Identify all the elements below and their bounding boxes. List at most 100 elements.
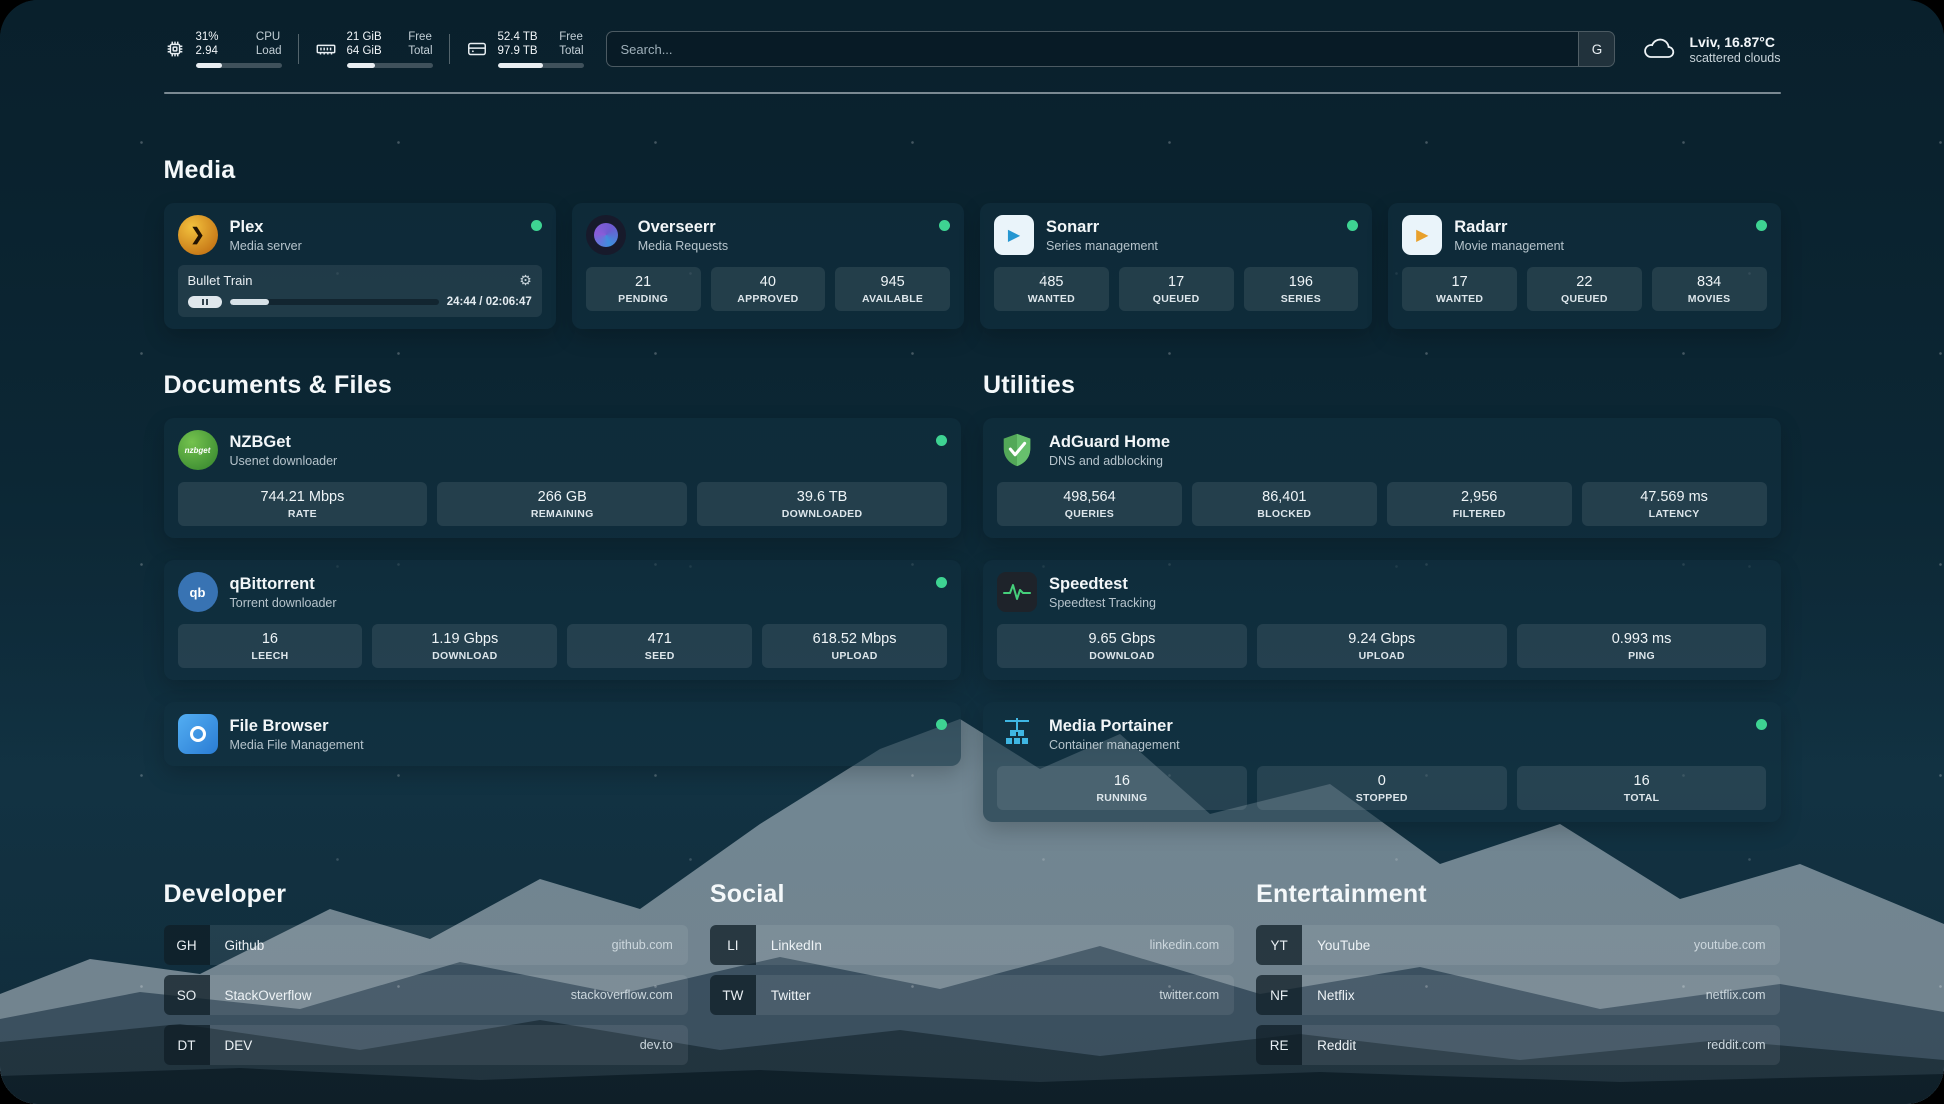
service-subtitle: Media File Management xyxy=(230,738,364,752)
cpu-progress-bar xyxy=(196,63,282,68)
stat-wanted: 485WANTED xyxy=(994,267,1109,311)
cloud-icon xyxy=(1641,36,1677,62)
overseerr-icon xyxy=(586,215,626,255)
weather-widget[interactable]: Lviv, 16.87°C scattered clouds xyxy=(1641,34,1780,65)
stat-stopped: 0STOPPED xyxy=(1257,766,1507,810)
stat-series: 196SERIES xyxy=(1244,267,1359,311)
disk-icon xyxy=(466,38,488,60)
cpu-labels: CPULoad xyxy=(256,30,282,58)
section-title-social: Social xyxy=(710,880,1234,909)
speedtest-pulse-icon xyxy=(997,572,1037,612)
disk-labels: FreeTotal xyxy=(559,30,583,58)
pause-button[interactable] xyxy=(188,296,222,308)
gear-icon[interactable]: ⚙ xyxy=(519,272,532,289)
bookmark-url: twitter.com xyxy=(1159,988,1219,1002)
cpu-values: 31%2.94 xyxy=(196,30,219,58)
stat-rate: 744.21 MbpsRATE xyxy=(178,482,428,526)
service-name: Sonarr xyxy=(1046,218,1158,237)
service-name: NZBGet xyxy=(230,433,338,452)
service-card-plex[interactable]: ❯ Plex Media server Bullet Train ⚙ xyxy=(164,203,556,329)
service-card-adguard[interactable]: AdGuard Home DNS and adblocking 498,564Q… xyxy=(983,418,1781,538)
service-card-sonarr[interactable]: ▶ Sonarr Series management 485WANTED 17Q… xyxy=(980,203,1372,329)
service-name: File Browser xyxy=(230,717,364,736)
memory-progress-bar xyxy=(347,63,433,68)
stat-movies: 834MOVIES xyxy=(1652,267,1767,311)
divider xyxy=(298,34,299,64)
status-dot xyxy=(1347,220,1358,231)
bookmark-name: Reddit xyxy=(1317,1038,1356,1053)
bookmark-url: dev.to xyxy=(640,1038,673,1052)
bookmark-abbr: LI xyxy=(710,925,756,965)
service-name: Overseerr xyxy=(638,218,728,237)
stat-available: 945AVAILABLE xyxy=(835,267,950,311)
memory-metric: 21 GiB64 GiB FreeTotal xyxy=(315,30,433,68)
service-card-nzbget[interactable]: nzbget NZBGet Usenet downloader 744.21 M… xyxy=(164,418,962,538)
bookmark-name: StackOverflow xyxy=(225,988,312,1003)
filebrowser-icon xyxy=(178,714,218,754)
documents-column: Documents & Files nzbget NZBGet Usenet d… xyxy=(164,371,962,822)
service-subtitle: Torrent downloader xyxy=(230,596,337,610)
stat-filtered: 2,956FILTERED xyxy=(1387,482,1572,526)
playback-progress-bar[interactable] xyxy=(230,299,439,305)
bookmark-linkedin[interactable]: LI LinkedIn linkedin.com xyxy=(710,925,1234,965)
stat-blocked: 86,401BLOCKED xyxy=(1192,482,1377,526)
stat-approved: 40APPROVED xyxy=(711,267,826,311)
stat-total: 16TOTAL xyxy=(1517,766,1767,810)
stat-pending: 21PENDING xyxy=(586,267,701,311)
disk-values: 52.4 TB97.9 TB xyxy=(498,30,538,58)
cpu-metric: 31%2.94 CPULoad xyxy=(164,30,282,68)
bookmark-url: github.com xyxy=(612,938,673,952)
bookmark-youtube[interactable]: YT YouTube youtube.com xyxy=(1256,925,1780,965)
bookmark-stackoverflow[interactable]: SO StackOverflow stackoverflow.com xyxy=(164,975,688,1015)
stat-ping: 0.993 msPING xyxy=(1517,624,1767,668)
bookmark-name: Twitter xyxy=(771,988,811,1003)
stat-queries: 498,564QUERIES xyxy=(997,482,1182,526)
memory-values: 21 GiB64 GiB xyxy=(347,30,382,58)
section-title-documents: Documents & Files xyxy=(164,371,962,400)
status-dot xyxy=(936,577,947,588)
bookmark-abbr: GH xyxy=(164,925,210,965)
bookmark-url: youtube.com xyxy=(1694,938,1766,952)
status-dot xyxy=(936,435,947,446)
bookmark-reddit[interactable]: RE Reddit reddit.com xyxy=(1256,1025,1780,1065)
service-card-speedtest[interactable]: Speedtest Speedtest Tracking 9.65 GbpsDO… xyxy=(983,560,1781,680)
bookmark-abbr: TW xyxy=(710,975,756,1015)
bookmark-name: Github xyxy=(225,938,265,953)
service-subtitle: Media Requests xyxy=(638,239,728,253)
adguard-shield-icon xyxy=(997,430,1037,470)
service-card-filebrowser[interactable]: File Browser Media File Management xyxy=(164,702,962,766)
search-provider-button[interactable]: G xyxy=(1578,32,1614,66)
dashboard-window: 31%2.94 CPULoad 2 xyxy=(0,0,1944,1104)
bookmark-dev[interactable]: DT DEV dev.to xyxy=(164,1025,688,1065)
qbittorrent-icon: qb xyxy=(178,572,218,612)
service-subtitle: Media server xyxy=(230,239,302,253)
service-card-qbittorrent[interactable]: qb qBittorrent Torrent downloader 16LEEC… xyxy=(164,560,962,680)
service-card-radarr[interactable]: ▶ Radarr Movie management 17WANTED 22QUE… xyxy=(1388,203,1780,329)
bookmark-netflix[interactable]: NF Netflix netflix.com xyxy=(1256,975,1780,1015)
section-title-utilities: Utilities xyxy=(983,371,1781,400)
sonarr-icon: ▶ xyxy=(994,215,1034,255)
service-name: Plex xyxy=(230,218,302,237)
disk-progress-bar xyxy=(498,63,584,68)
service-subtitle: Movie management xyxy=(1454,239,1564,253)
bookmark-github[interactable]: GH Github github.com xyxy=(164,925,688,965)
service-card-portainer[interactable]: Media Portainer Container management 16R… xyxy=(983,702,1781,822)
bookmark-url: reddit.com xyxy=(1707,1038,1765,1052)
stat-wanted: 17WANTED xyxy=(1402,267,1517,311)
service-subtitle: DNS and adblocking xyxy=(1049,454,1170,468)
top-bar: 31%2.94 CPULoad 2 xyxy=(164,30,1781,68)
bookmark-twitter[interactable]: TW Twitter twitter.com xyxy=(710,975,1234,1015)
service-subtitle: Series management xyxy=(1046,239,1158,253)
bookmark-name: YouTube xyxy=(1317,938,1370,953)
service-name: Media Portainer xyxy=(1049,717,1180,736)
bookmark-abbr: DT xyxy=(164,1025,210,1065)
memory-icon xyxy=(315,38,337,60)
search-input[interactable] xyxy=(607,32,1579,66)
divider xyxy=(449,34,450,64)
now-playing-box: Bullet Train ⚙ 24:44 / 02:06:47 xyxy=(178,265,542,317)
stat-download: 1.19 GbpsDOWNLOAD xyxy=(372,624,557,668)
stat-seed: 471SEED xyxy=(567,624,752,668)
service-name: AdGuard Home xyxy=(1049,433,1170,452)
stat-remaining: 266 GBREMAINING xyxy=(437,482,687,526)
service-card-overseerr[interactable]: Overseerr Media Requests 21PENDING 40APP… xyxy=(572,203,964,329)
